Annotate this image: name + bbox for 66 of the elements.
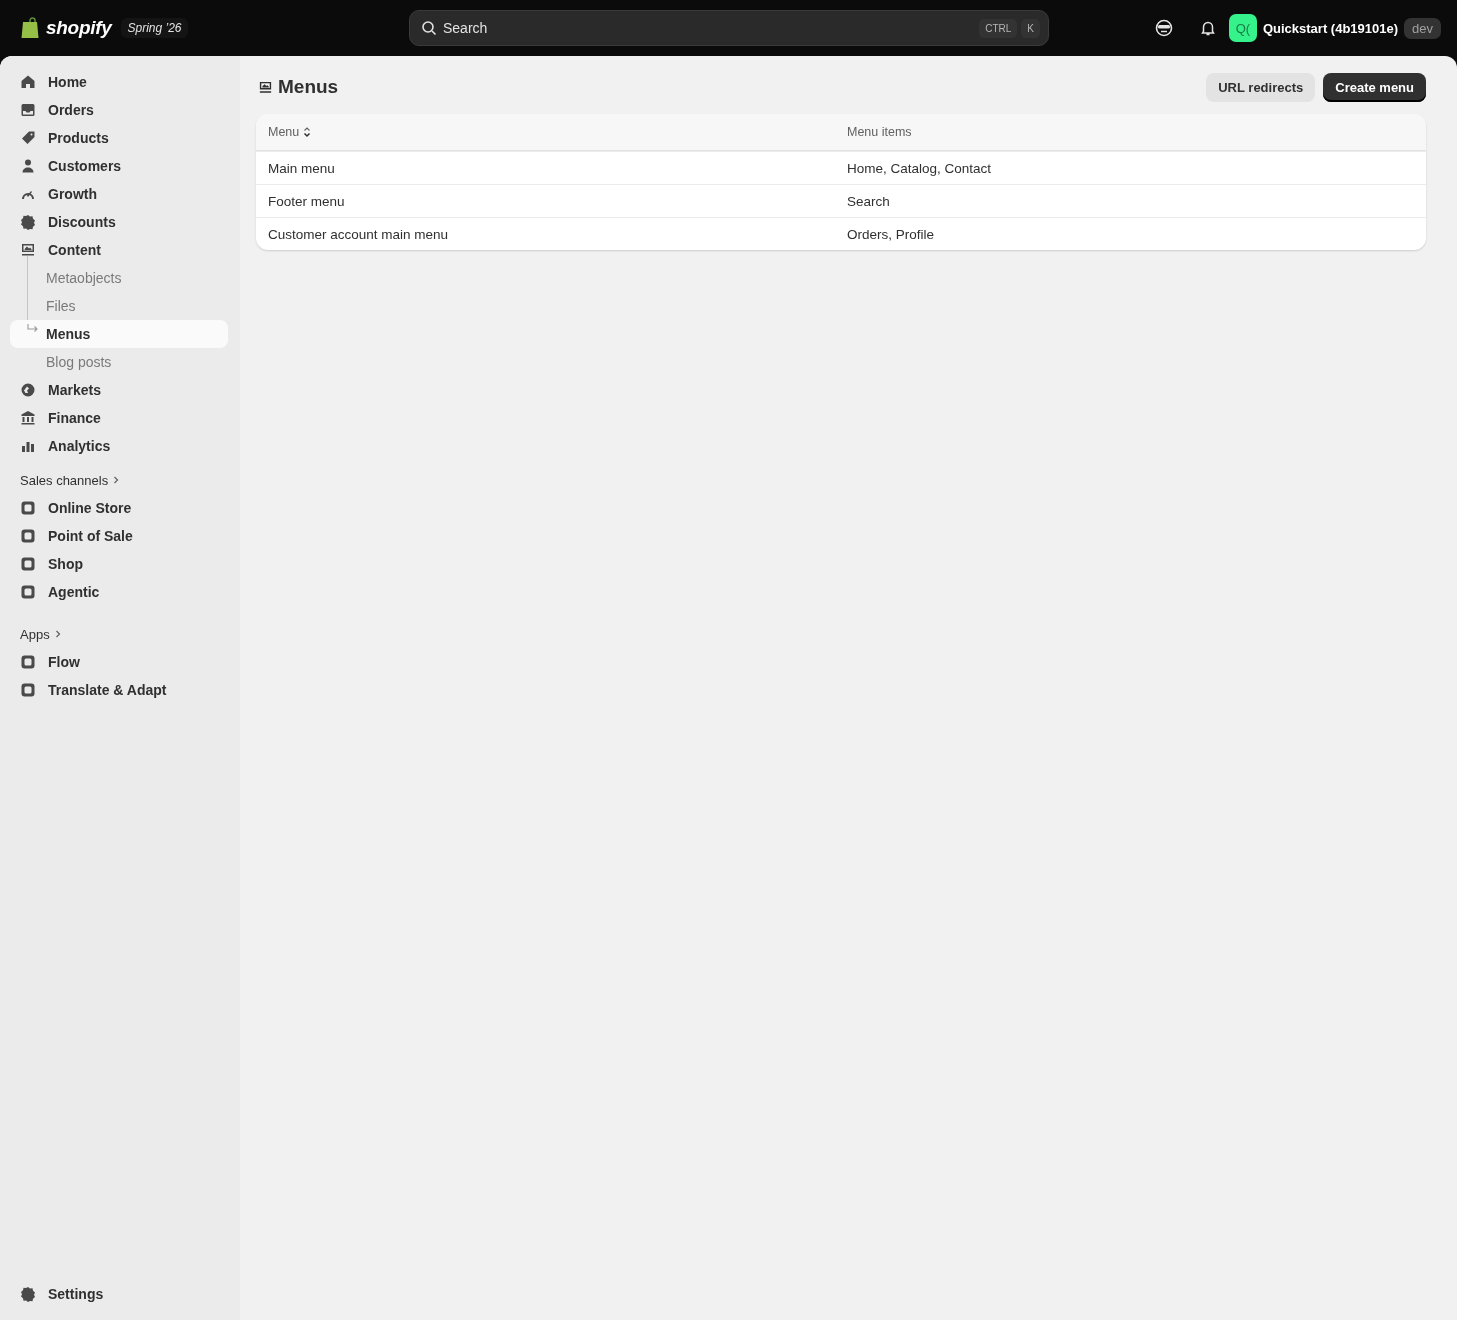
table-cell[interactable]: Customer account main menu (268, 226, 449, 242)
nav-icon (20, 214, 36, 230)
table-cell[interactable]: Footer menu (268, 193, 345, 209)
sort-icon[interactable] (303, 126, 312, 138)
nav-subitem[interactable]: Metaobjects (10, 264, 228, 292)
nav-item[interactable]: Shop (10, 550, 228, 578)
nav-item[interactable]: Home (10, 68, 228, 96)
nav-icon (20, 130, 36, 146)
nav-item[interactable]: Customers (10, 152, 228, 180)
action-button[interactable]: Create menu (1323, 72, 1426, 102)
app-icon (20, 654, 36, 670)
store-avatar[interactable]: Q( (1228, 14, 1257, 42)
dev-badge: dev (1404, 17, 1441, 39)
app-icon (20, 528, 36, 544)
section-heading[interactable]: Sales channels (10, 466, 228, 494)
nav-subitem[interactable]: Files (10, 292, 228, 320)
nav-item[interactable]: Content (10, 236, 228, 264)
nav-icon (20, 74, 36, 90)
app-icon (20, 584, 36, 600)
search-icon (421, 20, 437, 36)
app-icon (20, 500, 36, 516)
brand-wordmark[interactable]: shopify (46, 17, 112, 39)
nav-item[interactable]: Translate & Adapt (10, 676, 228, 704)
page-title: Menus (278, 76, 339, 98)
settings-icon (20, 1286, 36, 1302)
nav-icon (20, 102, 36, 118)
table-cell[interactable]: Orders, Profile (847, 226, 935, 242)
search-input[interactable]: Search (441, 19, 976, 37)
search-field[interactable]: Search CTRL K (409, 10, 1049, 46)
nav-item[interactable]: Orders (10, 96, 228, 124)
nav-subitem[interactable]: Menus (10, 320, 228, 348)
settings-item[interactable]: Settings (10, 1280, 228, 1308)
nav-item[interactable]: Point of Sale (10, 522, 228, 550)
section-heading[interactable]: Apps (10, 620, 228, 648)
action-button[interactable]: URL redirects (1206, 72, 1316, 102)
nav-item[interactable]: Agentic (10, 578, 228, 606)
chevron-right-icon (112, 476, 121, 484)
table-cell[interactable]: Search (847, 193, 890, 209)
nav-item[interactable]: Growth (10, 180, 228, 208)
table-cell[interactable]: Main menu (268, 160, 335, 176)
notification-bell-icon[interactable] (1198, 19, 1217, 37)
content-icon (258, 79, 273, 95)
branch-arrow-icon (27, 324, 39, 334)
nav-item[interactable]: Flow (10, 648, 228, 676)
app-icon (20, 556, 36, 572)
chevron-right-icon (53, 630, 62, 638)
table-cell[interactable]: Home, Catalog, Contact (847, 160, 992, 176)
nav-icon (20, 158, 36, 174)
nav-item[interactable]: Online Store (10, 494, 228, 522)
nav-item[interactable]: Markets (10, 376, 228, 404)
nav-subitem[interactable]: Blog posts (10, 348, 228, 376)
nav-icon (20, 242, 36, 258)
nav-icon (20, 382, 36, 398)
column-header[interactable]: Menu items (847, 125, 912, 139)
nav-icon (20, 410, 36, 426)
column-header[interactable]: Menu (268, 125, 300, 139)
shopify-bag-icon (20, 17, 40, 39)
shortcut-key: CTRL (979, 18, 1018, 38)
edition-badge: Spring ’26 (121, 18, 188, 38)
nav-item[interactable]: Products (10, 124, 228, 152)
nav-item[interactable]: Analytics (10, 432, 228, 460)
nav-item[interactable]: Discounts (10, 208, 228, 236)
store-name[interactable]: Quickstart (4b19101e) (1262, 20, 1399, 36)
shortcut-key: K (1021, 18, 1040, 38)
nav-item[interactable]: Finance (10, 404, 228, 432)
app-icon (20, 682, 36, 698)
